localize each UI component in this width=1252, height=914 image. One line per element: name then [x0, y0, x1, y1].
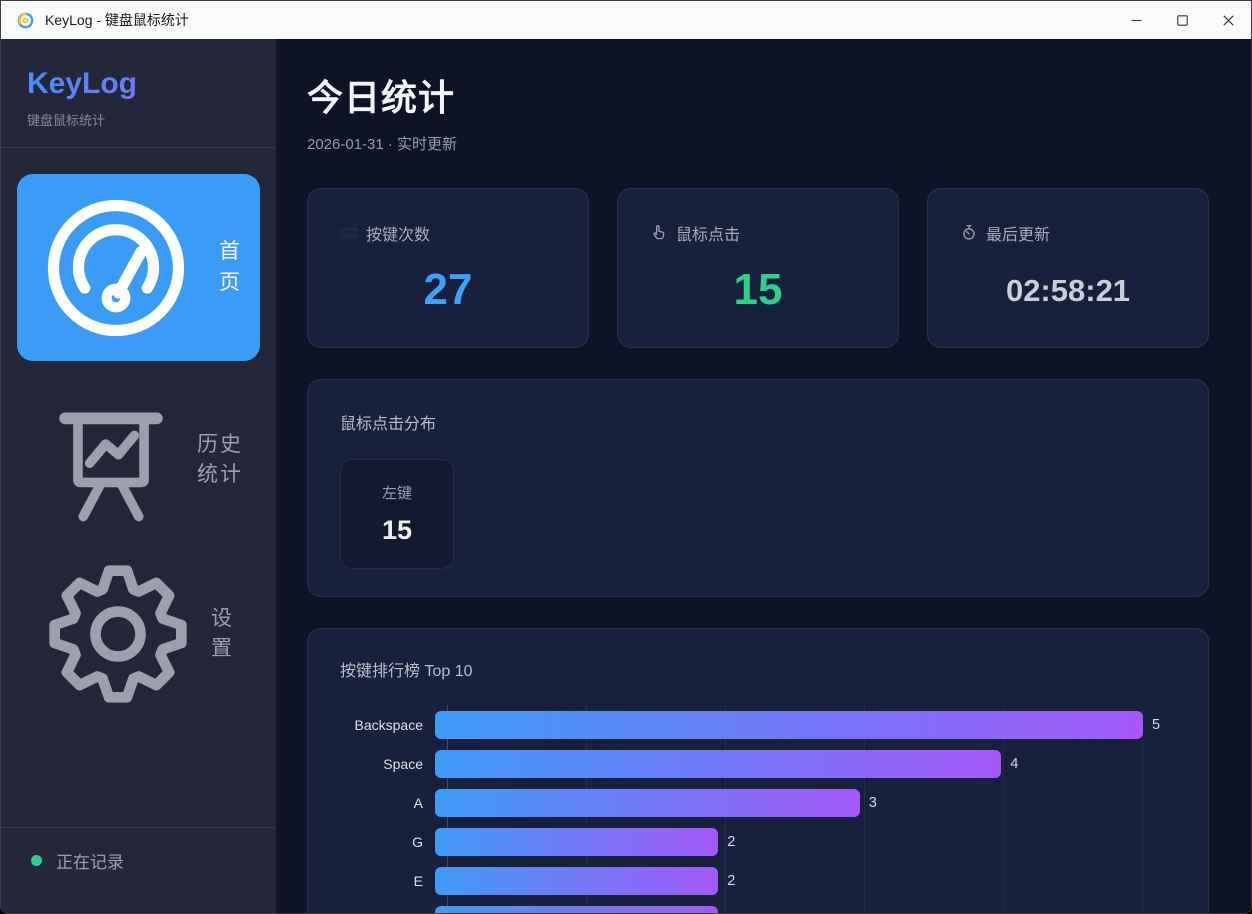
chart-value-label: 4: [1010, 756, 1018, 772]
stopwatch-icon: [960, 224, 978, 242]
chart-bar: [435, 867, 718, 895]
key-ranking-card: 按键排行榜 Top 10 Backspace5Space4A3G2E2L2: [307, 628, 1209, 913]
page-subtitle: 2026-01-31 · 实时更新: [307, 133, 1209, 154]
stat-label: 鼠标点击: [676, 221, 740, 245]
close-button[interactable]: [1205, 1, 1251, 39]
stats-row: 按键次数 27 鼠标点击 15: [307, 188, 1209, 348]
chart-row: L2: [340, 906, 1176, 913]
minimize-button[interactable]: [1113, 1, 1159, 39]
key-ranking-title: 按键排行榜 Top 10: [340, 657, 1176, 681]
chart-value-label: 5: [1152, 717, 1160, 733]
recording-status-label: 正在记录: [56, 848, 124, 873]
chart-category-label: E: [340, 873, 435, 889]
sidebar-item-home[interactable]: 首页: [17, 174, 260, 361]
chart-row: Backspace5: [340, 711, 1176, 739]
brand-title: KeyLog: [27, 67, 250, 101]
chart-easel-icon: [47, 396, 175, 524]
chart-track: 4: [435, 750, 1143, 778]
left-button-label: 左键: [382, 482, 412, 503]
chart-category-label: L: [340, 912, 435, 913]
recording-status: 正在记录: [1, 828, 276, 913]
main-content: 今日统计 2026-01-31 · 实时更新 按键次数 27: [276, 39, 1251, 913]
maximize-button[interactable]: [1159, 1, 1205, 39]
chart-track: 3: [435, 789, 1143, 817]
left-button-value: 15: [382, 515, 412, 546]
recording-dot-icon: [31, 855, 42, 866]
sidebar-item-settings-label: 设置: [211, 604, 243, 665]
mouseclick-count-value: 15: [650, 265, 866, 315]
chart-track: 5: [435, 711, 1143, 739]
keyboard-icon: [340, 224, 358, 242]
chart-row: Space 4: [340, 750, 1176, 778]
chart-category-label: Backspace: [340, 717, 435, 733]
stat-card-lastupdate: 最后更新 02:58:21: [927, 188, 1209, 348]
chart-bar: [435, 906, 718, 913]
stat-card-mouseclicks: 鼠标点击 15: [617, 188, 899, 348]
sidebar-item-home-label: 首页: [219, 237, 250, 298]
chart-track: 2: [435, 906, 1143, 913]
window-title: KeyLog - 键盘鼠标统计: [45, 10, 189, 30]
hand-click-icon: [650, 224, 668, 242]
stat-card-keypresses: 按键次数 27: [307, 188, 589, 348]
gauge-icon: [41, 193, 191, 343]
chart-value-label: 2: [727, 912, 735, 913]
brand-subtitle: 键盘鼠标统计: [27, 110, 250, 129]
stat-card-head: 最后更新: [960, 221, 1176, 245]
chart-bar: [435, 750, 1001, 778]
chart-category-label: A: [340, 795, 435, 811]
chart-row: E2: [340, 867, 1176, 895]
chart-row: G2: [340, 828, 1176, 856]
left-button-tile: 左键 15: [340, 459, 454, 569]
chart-track: 2: [435, 867, 1143, 895]
sidebar-nav: 首页 历史统计: [1, 148, 276, 709]
sidebar-item-history-label: 历史统计: [197, 430, 250, 491]
sidebar-item-settings[interactable]: 设置: [17, 559, 260, 709]
maximize-icon: [1177, 15, 1188, 26]
page-title: 今日统计: [307, 69, 1209, 121]
title-bar-left: KeyLog - 键盘鼠标统计: [1, 10, 1113, 30]
chart-row: A3: [340, 789, 1176, 817]
app-window: KeyLog - 键盘鼠标统计 KeyLog 键盘鼠标统计: [0, 0, 1252, 914]
close-icon: [1223, 15, 1234, 26]
minimize-icon: [1131, 15, 1142, 26]
lastupdate-time-value: 02:58:21: [960, 273, 1176, 309]
chart-value-label: 3: [869, 795, 877, 811]
chart-category-label: Space: [340, 756, 435, 772]
stat-label: 最后更新: [986, 221, 1050, 245]
sidebar-spacer: [1, 709, 276, 827]
stat-card-head: 鼠标点击: [650, 221, 866, 245]
app-logo-icon: [16, 11, 35, 30]
brand: KeyLog 键盘鼠标统计: [1, 39, 276, 147]
mouse-distribution-title: 鼠标点击分布: [340, 410, 1176, 434]
window-controls: [1113, 1, 1251, 39]
chart-value-label: 2: [727, 834, 735, 850]
keypress-count-value: 27: [340, 265, 556, 315]
chart-track: 2: [435, 828, 1143, 856]
title-bar: KeyLog - 键盘鼠标统计: [1, 1, 1251, 39]
sidebar: KeyLog 键盘鼠标统计 首页: [1, 39, 276, 913]
app-body: KeyLog 键盘鼠标统计 首页: [1, 39, 1251, 913]
key-ranking-chart: Backspace5Space4A3G2E2L2: [340, 711, 1176, 913]
chart-bar: [435, 789, 860, 817]
chart-bar: [435, 828, 718, 856]
sidebar-item-history[interactable]: 历史统计: [17, 385, 260, 535]
chart-value-label: 2: [727, 873, 735, 889]
stat-card-head: 按键次数: [340, 221, 556, 245]
stat-label: 按键次数: [366, 221, 430, 245]
gear-icon: [47, 563, 189, 705]
mouse-distribution-card: 鼠标点击分布 左键 15: [307, 379, 1209, 597]
chart-category-label: G: [340, 834, 435, 850]
chart-bar: [435, 711, 1143, 739]
